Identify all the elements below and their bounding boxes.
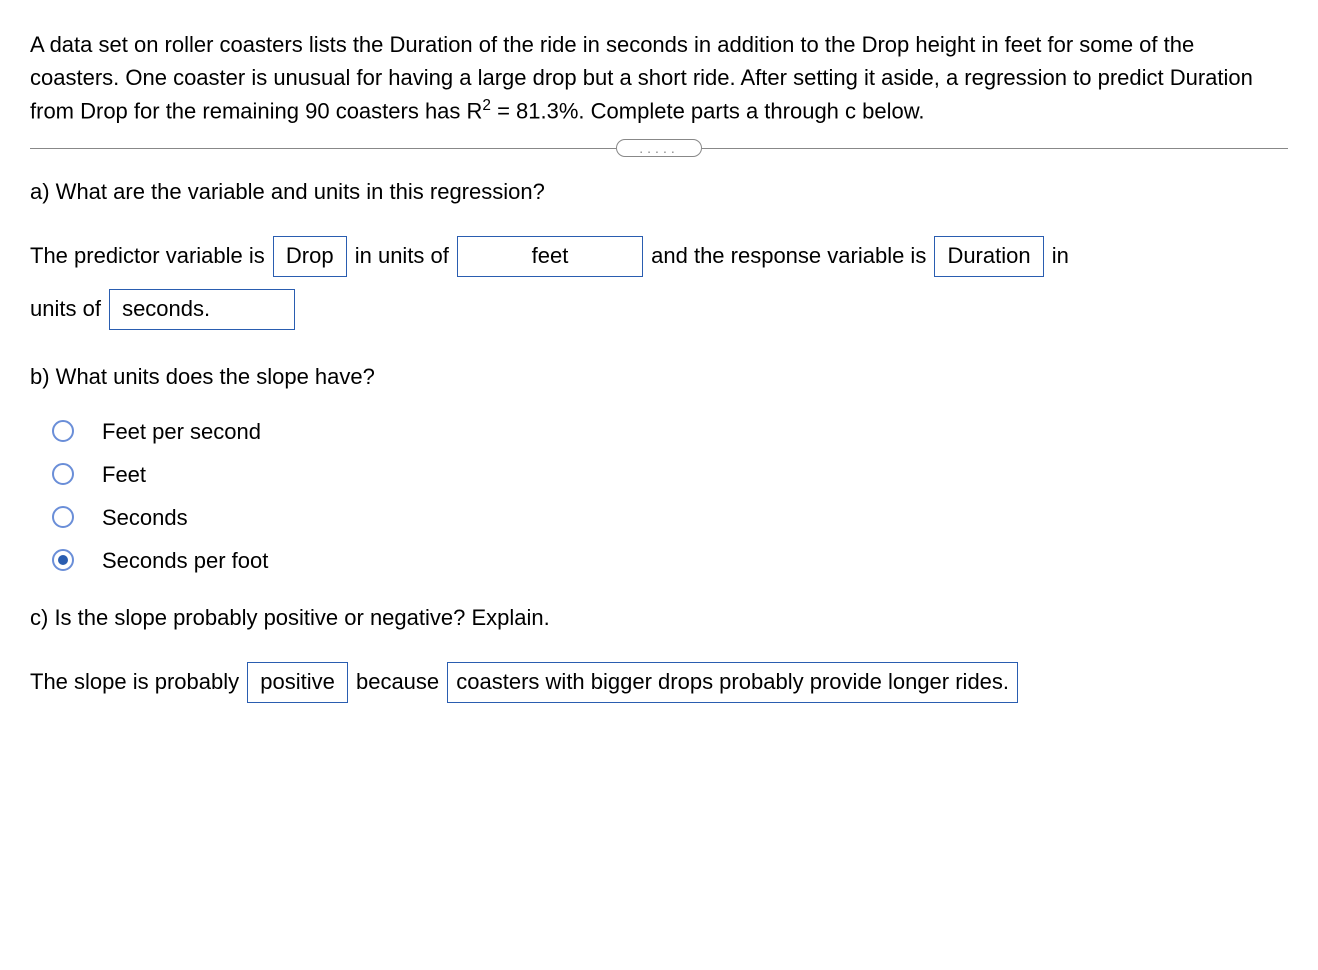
radio-option-3[interactable]: Seconds per foot [52,544,1288,577]
response-variable-select[interactable]: Duration [934,236,1043,277]
slope-sign-select[interactable]: positive [247,662,348,703]
r-superscript: 2 [482,97,491,114]
divider-line-right [702,148,1288,149]
divider-line-left [30,148,616,149]
response-units-select[interactable]: seconds. [109,289,295,330]
section-divider: ..... [30,139,1288,157]
text-because: because [356,669,439,694]
radio-label: Feet per second [102,415,261,448]
part-b-question: b) What units does the slope have? [30,360,1288,393]
text-units-of-2: units of [30,296,101,321]
text-in-units-of-1: in units of [355,243,449,268]
text-slope-probably: The slope is probably [30,669,239,694]
problem-text-after: = 81.3%. Complete parts a through c belo… [491,98,925,123]
radio-label: Seconds [102,501,188,534]
radio-option-2[interactable]: Seconds [52,501,1288,534]
slope-reason-select[interactable]: coasters with bigger drops probably prov… [447,662,1018,703]
text-response-is: and the response variable is [651,243,926,268]
radio-icon[interactable] [52,549,74,571]
radio-icon[interactable] [52,420,74,442]
predictor-units-select[interactable]: feet [457,236,643,277]
radio-label: Feet [102,458,146,491]
radio-option-1[interactable]: Feet [52,458,1288,491]
part-c-answer: The slope is probably positive because c… [30,656,1288,709]
text-predictor-is: The predictor variable is [30,243,265,268]
part-c-question: c) Is the slope probably positive or neg… [30,601,1288,634]
part-a-question: a) What are the variable and units in th… [30,175,1288,208]
text-in: in [1052,243,1069,268]
radio-label: Seconds per foot [102,544,268,577]
radio-option-0[interactable]: Feet per second [52,415,1288,448]
radio-icon[interactable] [52,506,74,528]
divider-pill[interactable]: ..... [616,139,701,157]
radio-icon[interactable] [52,463,74,485]
part-b-options: Feet per second Feet Seconds Seconds per fo… [52,415,1288,577]
part-a-answer: The predictor variable is Drop in units … [30,230,1288,336]
predictor-variable-select[interactable]: Drop [273,236,347,277]
problem-statement: A data set on roller coasters lists the … [30,28,1288,127]
